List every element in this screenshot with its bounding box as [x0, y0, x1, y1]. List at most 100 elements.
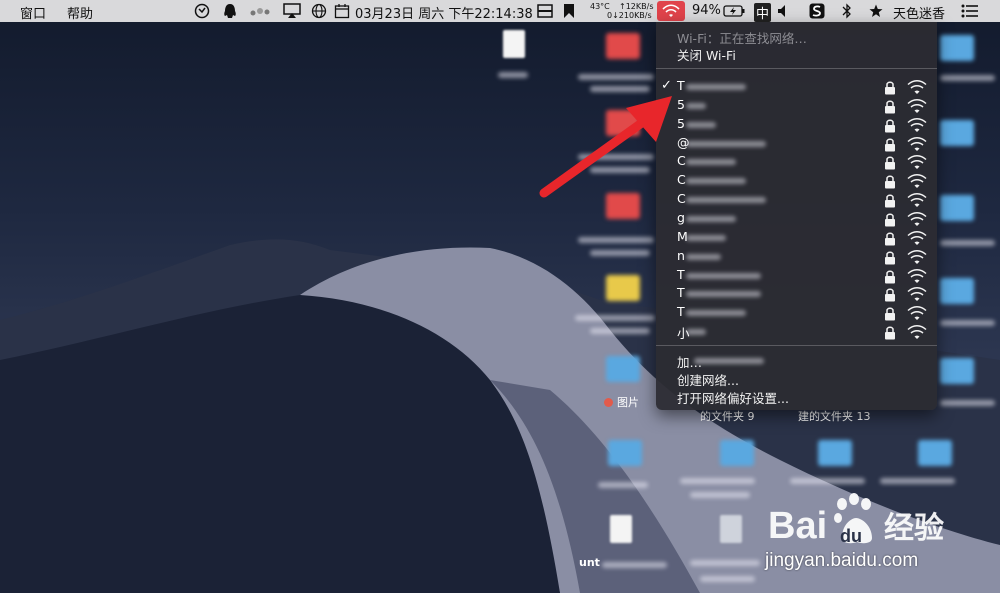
blurred-label — [940, 75, 995, 81]
wifi-network-item[interactable]: 5 — [656, 97, 937, 116]
wifi-network-item[interactable]: T — [656, 304, 937, 323]
folder-icon[interactable] — [608, 440, 642, 466]
blurred-label — [700, 576, 755, 582]
lock-icon — [885, 213, 895, 227]
document-icon[interactable] — [503, 30, 525, 58]
speaker-icon[interactable] — [776, 3, 792, 19]
wifi-signal-icon — [907, 80, 927, 94]
bookmark-icon[interactable] — [561, 3, 577, 19]
folder-13-label[interactable]: 建的文件夹 13 — [798, 408, 871, 424]
create-network-label: 创建网络... — [677, 373, 739, 388]
folder-icon[interactable] — [918, 440, 952, 466]
blurred-label — [680, 478, 755, 484]
blurred-label — [590, 250, 650, 256]
lock-icon — [885, 251, 895, 265]
folder-icon[interactable] — [606, 356, 640, 382]
folder-icon[interactable] — [606, 275, 640, 301]
menu-divider — [656, 68, 937, 69]
wifi-network-item[interactable]: n — [656, 248, 937, 267]
menu-window[interactable]: 窗口 — [20, 3, 46, 22]
blurred-network-name — [686, 291, 761, 298]
network-name: T — [677, 304, 685, 320]
battery-percent[interactable]: 94% — [692, 3, 721, 18]
app-icon[interactable] — [193, 3, 211, 19]
temperature-readout: 43°C — [590, 2, 610, 11]
wifi-network-item[interactable]: 小 — [656, 323, 937, 342]
blurred-network-name — [686, 159, 736, 166]
wifi-network-item[interactable]: C — [656, 172, 937, 191]
folder-icon[interactable] — [818, 440, 852, 466]
datetime-display[interactable]: 03月23日 周六 下午22:14:38 — [355, 3, 533, 22]
star-icon[interactable] — [868, 3, 884, 19]
svg-text:经验: 经验 — [884, 511, 944, 546]
folder-icon[interactable] — [720, 440, 754, 466]
blurred-network-name — [686, 234, 726, 241]
blurred-label — [575, 315, 655, 321]
blurred-label — [790, 478, 865, 484]
document-icon[interactable] — [610, 515, 632, 543]
wifi-network-item[interactable]: C — [656, 191, 937, 210]
svg-text:du: du — [840, 526, 862, 546]
red-arrow-annotation — [539, 96, 672, 198]
folder-icon[interactable] — [940, 120, 974, 146]
blurred-label — [602, 562, 667, 568]
create-network-item[interactable]: 创建网络... — [656, 370, 937, 389]
wifi-status-row: Wi-Fi：正在查找网络… — [656, 24, 937, 46]
blurred-network-name — [686, 215, 736, 222]
blurred-network-name — [686, 310, 746, 317]
toggle-wifi-label: 关闭 Wi-Fi — [677, 48, 736, 63]
blurred-label — [940, 320, 995, 326]
calendar-icon[interactable] — [333, 3, 351, 19]
wifi-network-item[interactable]: M — [656, 229, 937, 248]
folder-icon[interactable] — [606, 33, 640, 59]
menu-help[interactable]: 帮助 — [67, 3, 93, 22]
bluetooth-icon[interactable] — [840, 3, 854, 19]
wifi-network-item[interactable]: T — [656, 285, 937, 304]
lock-icon — [885, 100, 895, 114]
wifi-icon[interactable] — [657, 1, 685, 21]
toggle-wifi-item[interactable]: 关闭 Wi-Fi — [656, 43, 937, 63]
pictures-folder-label[interactable]: 图片 — [604, 394, 639, 410]
lock-icon — [885, 288, 895, 302]
battery-icon[interactable] — [722, 3, 746, 19]
blurred-text — [694, 358, 764, 364]
folder-icon[interactable] — [940, 35, 974, 61]
sogou-icon[interactable] — [808, 3, 826, 19]
open-prefs-label: 打开网络偏好设置... — [677, 391, 789, 406]
lock-icon — [885, 81, 895, 95]
wifi-signal-icon — [907, 136, 927, 151]
folder-icon[interactable] — [940, 358, 974, 384]
list-icon[interactable] — [960, 3, 980, 19]
document-icon[interactable] — [720, 515, 742, 543]
folder-icon[interactable] — [940, 278, 974, 304]
join-other-network-item[interactable]: 加… — [656, 352, 937, 371]
dots-icon[interactable] — [248, 3, 272, 19]
wifi-network-item[interactable]: g — [656, 210, 937, 229]
open-network-prefs-item[interactable]: 打开网络偏好设置... — [656, 388, 937, 407]
user-name[interactable]: 天色迷香 — [893, 3, 945, 22]
blurred-network-name — [686, 253, 721, 260]
airplay-icon[interactable] — [282, 3, 302, 19]
folder-icon[interactable] — [940, 195, 974, 221]
upload-speed: ↑12KB/s — [619, 2, 654, 11]
watermark-domain: jingyan.baidu.com — [765, 550, 919, 571]
wifi-signal-icon — [907, 193, 927, 208]
wifi-network-item[interactable]: ✓ T — [656, 78, 937, 97]
wifi-signal-icon — [907, 117, 927, 132]
network-name: T — [677, 285, 685, 301]
blurred-label — [880, 478, 955, 484]
menu-divider — [656, 345, 937, 346]
wifi-network-item[interactable]: C — [656, 153, 937, 172]
wifi-network-item[interactable]: @ — [656, 135, 937, 154]
wifi-signal-icon — [907, 306, 927, 321]
blurred-label — [578, 237, 654, 243]
wifi-signal-icon — [907, 268, 927, 283]
folder-9-label[interactable]: 的文件夹 9 — [700, 408, 755, 424]
untitled-file-label[interactable]: unt — [579, 556, 600, 569]
input-method-indicator[interactable]: 中 — [754, 3, 772, 22]
globe-icon[interactable] — [310, 3, 328, 19]
wifi-network-item[interactable]: T — [656, 267, 937, 286]
wifi-network-item[interactable]: 5 — [656, 116, 937, 135]
window-icon[interactable] — [536, 3, 554, 19]
qq-icon[interactable] — [221, 3, 239, 19]
